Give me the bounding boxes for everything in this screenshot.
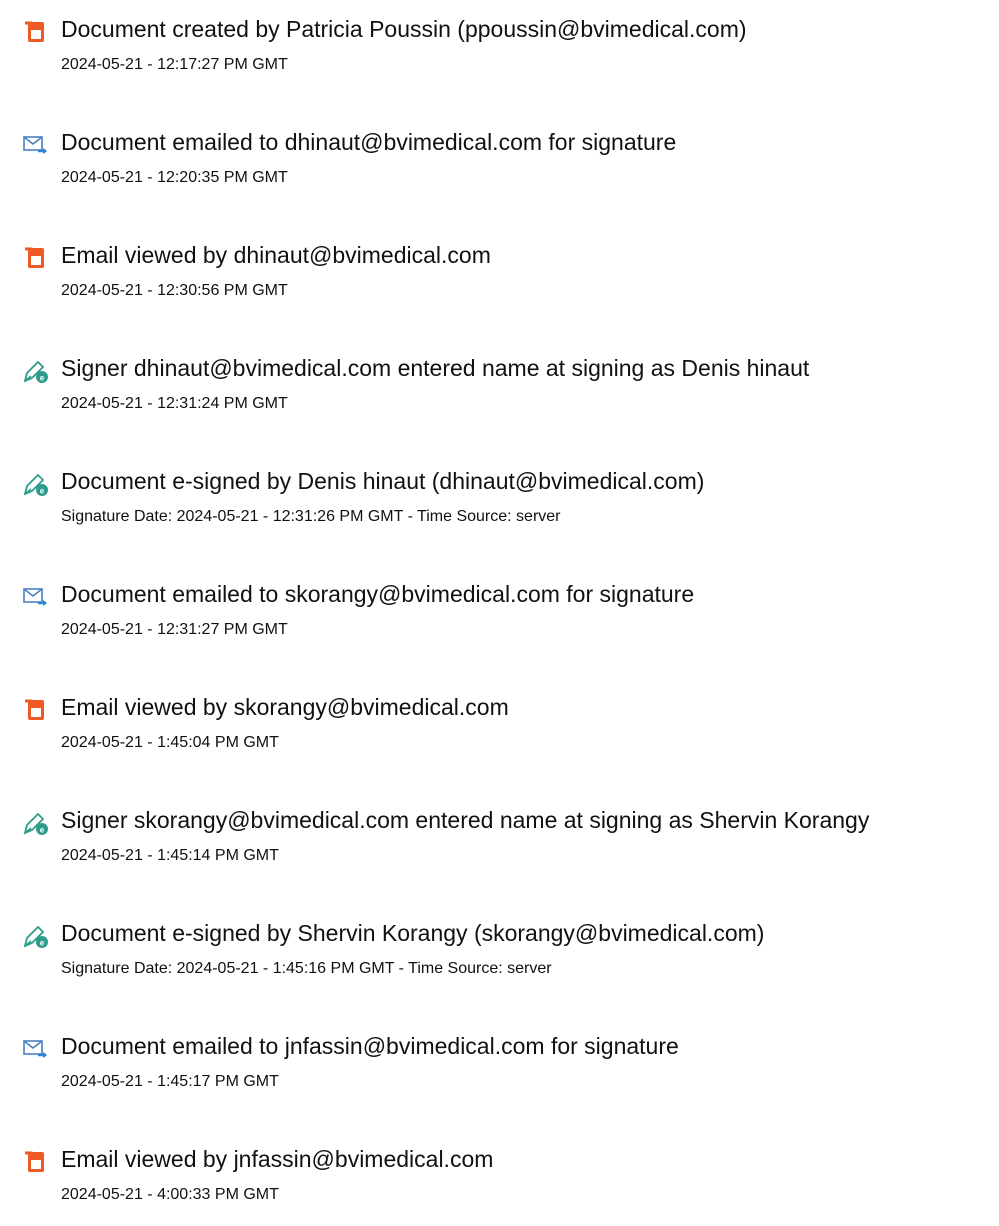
event-title: Email viewed by jnfassin@bvimedical.com (61, 1146, 494, 1172)
event-title: Email viewed by skorangy@bvimedical.com (61, 694, 509, 720)
email-sent-icon (22, 1035, 50, 1063)
event-timestamp: 2024-05-21 - 12:17:27 PM GMT (61, 56, 288, 73)
event-timestamp: 2024-05-21 - 1:45:14 PM GMT (61, 847, 279, 864)
event-title: Email viewed by dhinaut@bvimedical.com (61, 242, 491, 268)
email-sent-icon (22, 583, 50, 611)
event-title: Signer skorangy@bvimedical.com entered n… (61, 807, 870, 833)
audit-event: Document created by Patricia Poussin (pp… (0, 14, 999, 94)
document-viewed-icon (22, 696, 50, 724)
signature-date: Signature Date: 2024-05-21 - 12:31:26 PM… (61, 508, 561, 525)
audit-event: Document emailed to dhinaut@bvimedical.c… (0, 127, 999, 207)
pen-sign-icon: e (22, 470, 50, 498)
event-title: Document created by Patricia Poussin (pp… (61, 16, 747, 42)
document-viewed-icon (22, 244, 50, 272)
pen-sign-icon: e (22, 809, 50, 837)
event-title: Document emailed to skorangy@bvimedical.… (61, 581, 695, 607)
event-timestamp: 2024-05-21 - 12:31:24 PM GMT (61, 395, 288, 412)
audit-event: e Signer skorangy@bvimedical.com entered… (0, 805, 999, 885)
svg-text:e: e (40, 374, 45, 383)
event-timestamp: 2024-05-21 - 12:30:56 PM GMT (61, 282, 288, 299)
event-title: Document e-signed by Denis hinaut (dhina… (61, 468, 705, 494)
audit-event: e Document e-signed by Denis hinaut (dhi… (0, 466, 999, 546)
svg-text:e: e (40, 487, 45, 496)
document-viewed-icon (22, 1148, 50, 1176)
event-title: Document emailed to dhinaut@bvimedical.c… (61, 129, 677, 155)
document-created-icon (22, 18, 50, 46)
email-sent-icon (22, 131, 50, 159)
event-timestamp: 2024-05-21 - 12:20:35 PM GMT (61, 169, 288, 186)
signature-date: Signature Date: 2024-05-21 - 1:45:16 PM … (61, 960, 552, 977)
audit-event: e Signer dhinaut@bvimedical.com entered … (0, 353, 999, 433)
audit-event: Document emailed to skorangy@bvimedical.… (0, 579, 999, 659)
svg-text:e: e (40, 826, 45, 835)
audit-event: Email viewed by jnfassin@bvimedical.com … (0, 1144, 999, 1224)
audit-event: Document emailed to jnfassin@bvimedical.… (0, 1031, 999, 1111)
audit-event: e Document e-signed by Shervin Korangy (… (0, 918, 999, 998)
audit-event: Email viewed by dhinaut@bvimedical.com 2… (0, 240, 999, 320)
pen-sign-icon: e (22, 357, 50, 385)
event-timestamp: 2024-05-21 - 12:31:27 PM GMT (61, 621, 288, 638)
svg-text:e: e (40, 939, 45, 948)
event-timestamp: 2024-05-21 - 1:45:04 PM GMT (61, 734, 279, 751)
event-timestamp: 2024-05-21 - 1:45:17 PM GMT (61, 1073, 279, 1090)
event-timestamp: 2024-05-21 - 4:00:33 PM GMT (61, 1186, 279, 1203)
event-title: Document e-signed by Shervin Korangy (sk… (61, 920, 765, 946)
event-title: Signer dhinaut@bvimedical.com entered na… (61, 355, 810, 381)
event-title: Document emailed to jnfassin@bvimedical.… (61, 1033, 679, 1059)
pen-sign-icon: e (22, 922, 50, 950)
audit-event: Email viewed by skorangy@bvimedical.com … (0, 692, 999, 772)
